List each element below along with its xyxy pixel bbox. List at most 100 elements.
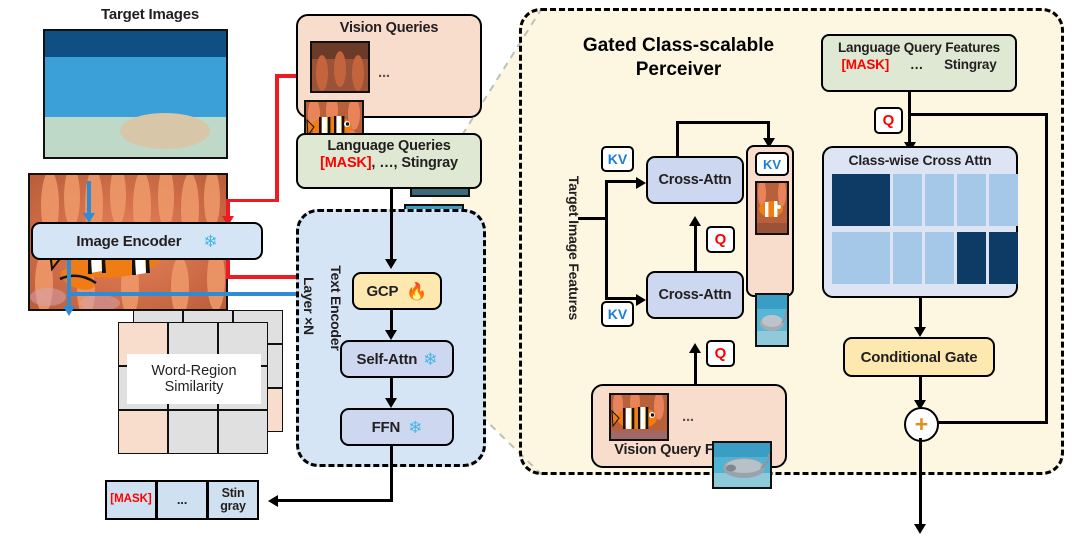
arrow-encoder-down bbox=[67, 260, 71, 310]
lq-sep1: , bbox=[371, 155, 376, 171]
arrowhead-gcp-to-selfattn bbox=[385, 330, 397, 340]
language-queries-title: Language Queries bbox=[327, 138, 451, 154]
tif-to-ca-bottom bbox=[605, 297, 640, 300]
language-query-features-box[interactable]: Language Query Features [MASK] … Stingra… bbox=[821, 34, 1017, 92]
cross-attn-top-box[interactable]: Cross-Attn bbox=[646, 156, 744, 204]
arrowhead-lq-to-gcp bbox=[385, 259, 397, 269]
figure-canvas: Target Images Image Encoder ❄ Word-Regio… bbox=[0, 0, 1080, 547]
cross-attn-bottom-label: Cross-Attn bbox=[658, 287, 732, 303]
residual-branch-top bbox=[908, 113, 1048, 116]
attn-cell-r1c0 bbox=[832, 232, 890, 284]
attn-heatmap bbox=[832, 174, 1018, 284]
lqf-last-token: Stingray bbox=[944, 57, 997, 72]
vision-queries-ellipsis: ... bbox=[378, 64, 390, 81]
arrow-ca-top-out-h bbox=[676, 121, 770, 124]
arrow-ffn-down bbox=[389, 446, 393, 502]
vqf-ellipsis: ... bbox=[682, 408, 694, 425]
attn-cell-r0c4 bbox=[989, 174, 1018, 226]
residual-add-symbol: + bbox=[914, 411, 929, 437]
attn-cell-r1c1 bbox=[893, 232, 922, 284]
perceiver-title-line2: Perceiver bbox=[635, 58, 722, 80]
lqf-ellipsis: … bbox=[909, 57, 924, 72]
target-image-back bbox=[43, 29, 228, 159]
language-queries-tokens: [MASK], …, Stingray bbox=[298, 155, 480, 171]
word-region-similarity-label: Word-Region Similarity bbox=[127, 354, 261, 404]
arrow-vision-to-encoder-v1 bbox=[275, 74, 279, 202]
wr-label-line1: Word-Region bbox=[151, 362, 237, 379]
class-wise-cross-attn-box[interactable]: Class-wise Cross Attn bbox=[822, 146, 1018, 298]
kv-tag-latent-label: KV bbox=[762, 156, 782, 172]
snowflake-frozen-icon: ❄ bbox=[408, 417, 423, 437]
arrow-add-output bbox=[918, 438, 922, 528]
arrowhead-selfattn-to-ffn bbox=[385, 398, 397, 408]
kv-tag-latent: KV bbox=[755, 152, 789, 176]
arrow-lqf-down bbox=[908, 92, 911, 147]
gcp-box[interactable]: GCP 🔥 bbox=[352, 272, 442, 310]
image-encoder-box[interactable]: Image Encoder ❄ bbox=[31, 222, 263, 260]
arrowhead-ffn-to-tokens bbox=[268, 494, 278, 507]
lq-sep2: , bbox=[393, 155, 398, 171]
lqf-mask-token: [MASK] bbox=[841, 57, 889, 72]
arrowhead-vqf-to-ca-bottom bbox=[689, 343, 701, 353]
vision-queries-box[interactable]: Vision Queries ... bbox=[296, 14, 482, 256]
conditional-gate-box[interactable]: Conditional Gate bbox=[843, 337, 995, 377]
language-queries-box[interactable]: Language Queries [MASK], …, Stingray bbox=[296, 133, 482, 189]
tif-trunk-h bbox=[578, 217, 608, 220]
tif-trunk-v bbox=[605, 180, 608, 300]
output-token: Stin gray bbox=[207, 480, 259, 520]
target-images-label: Target Images bbox=[101, 6, 199, 23]
ffn-box[interactable]: FFN ❄ bbox=[340, 408, 454, 446]
attn-cell-r0c3 bbox=[957, 174, 986, 226]
language-queries-mask-token: [MASK] bbox=[320, 155, 372, 171]
latent-thumb1 bbox=[755, 181, 789, 235]
attn-cell-r0c0 bbox=[832, 174, 890, 226]
cross-attn-top-label: Cross-Attn bbox=[658, 172, 732, 188]
arrow-vqf-to-ca-bottom bbox=[693, 351, 697, 384]
arrowhead-tif-to-ca-top bbox=[636, 176, 646, 189]
attn-cell-r0c1 bbox=[893, 174, 922, 226]
text-encoder-layer-label: Layer ×N bbox=[301, 277, 317, 335]
arrowhead-cwca-to-gate bbox=[914, 327, 926, 337]
residual-add-node: + bbox=[904, 407, 939, 442]
kv-tag-bottom-label: KV bbox=[607, 306, 628, 322]
vision-queries-title: Vision Queries bbox=[339, 20, 439, 36]
kv-tag-top: KV bbox=[601, 146, 634, 172]
cross-attn-bottom-box[interactable]: Cross-Attn bbox=[646, 271, 744, 319]
wr-label-line2: Similarity bbox=[164, 379, 224, 395]
tif-to-ca-top bbox=[605, 180, 640, 183]
perceiver-title: Gated Class-scalable Perceiver bbox=[546, 34, 811, 82]
latent-stack-box: KV bbox=[746, 145, 794, 347]
self-attn-box[interactable]: Self-Attn ❄ bbox=[340, 340, 454, 378]
q-tag-top-label: Q bbox=[714, 231, 727, 248]
q-tag-bottom: Q bbox=[706, 340, 735, 367]
arrowhead-tif-to-ca-bottom bbox=[636, 293, 646, 306]
wr-cell bbox=[168, 410, 218, 454]
snowflake-frozen-icon: ❄ bbox=[423, 349, 438, 369]
wr-cell bbox=[118, 410, 168, 454]
snowflake-frozen-icon: ❄ bbox=[203, 231, 218, 251]
kv-tag-bottom: KV bbox=[601, 301, 634, 327]
q-tag-language: Q bbox=[874, 107, 903, 134]
vqf-thumb2 bbox=[712, 441, 772, 489]
class-wise-cross-attn-title: Class-wise Cross Attn bbox=[848, 152, 992, 168]
output-token-line2: gray bbox=[220, 499, 246, 513]
arrow-ca-top-out-v bbox=[676, 121, 679, 157]
q-tag-bottom-label: Q bbox=[714, 345, 727, 362]
conditional-gate-label: Conditional Gate bbox=[860, 348, 978, 366]
vision-query-features-box[interactable]: ... Vision Query Features bbox=[591, 384, 787, 489]
arrow-ca-bottom-to-top bbox=[693, 225, 697, 271]
attn-cell-r1c3 bbox=[957, 232, 986, 284]
kv-tag-top-label: KV bbox=[607, 151, 628, 167]
output-token: [MASK] bbox=[105, 480, 157, 520]
arrow-ffn-to-tokens bbox=[278, 499, 393, 503]
q-tag-language-label: Q bbox=[882, 112, 895, 129]
ffn-label: FFN bbox=[371, 418, 401, 436]
target-image-features-label: Target Image Features bbox=[566, 175, 582, 321]
latent-thumb2 bbox=[755, 293, 789, 347]
residual-branch-bottom bbox=[935, 421, 1048, 424]
vqf-thumb1 bbox=[609, 393, 669, 441]
output-token-ellipsis: ... bbox=[176, 492, 188, 508]
arrow-lq-to-gcp bbox=[389, 189, 393, 265]
residual-branch-right bbox=[1045, 113, 1048, 423]
output-token: ... bbox=[156, 480, 208, 520]
